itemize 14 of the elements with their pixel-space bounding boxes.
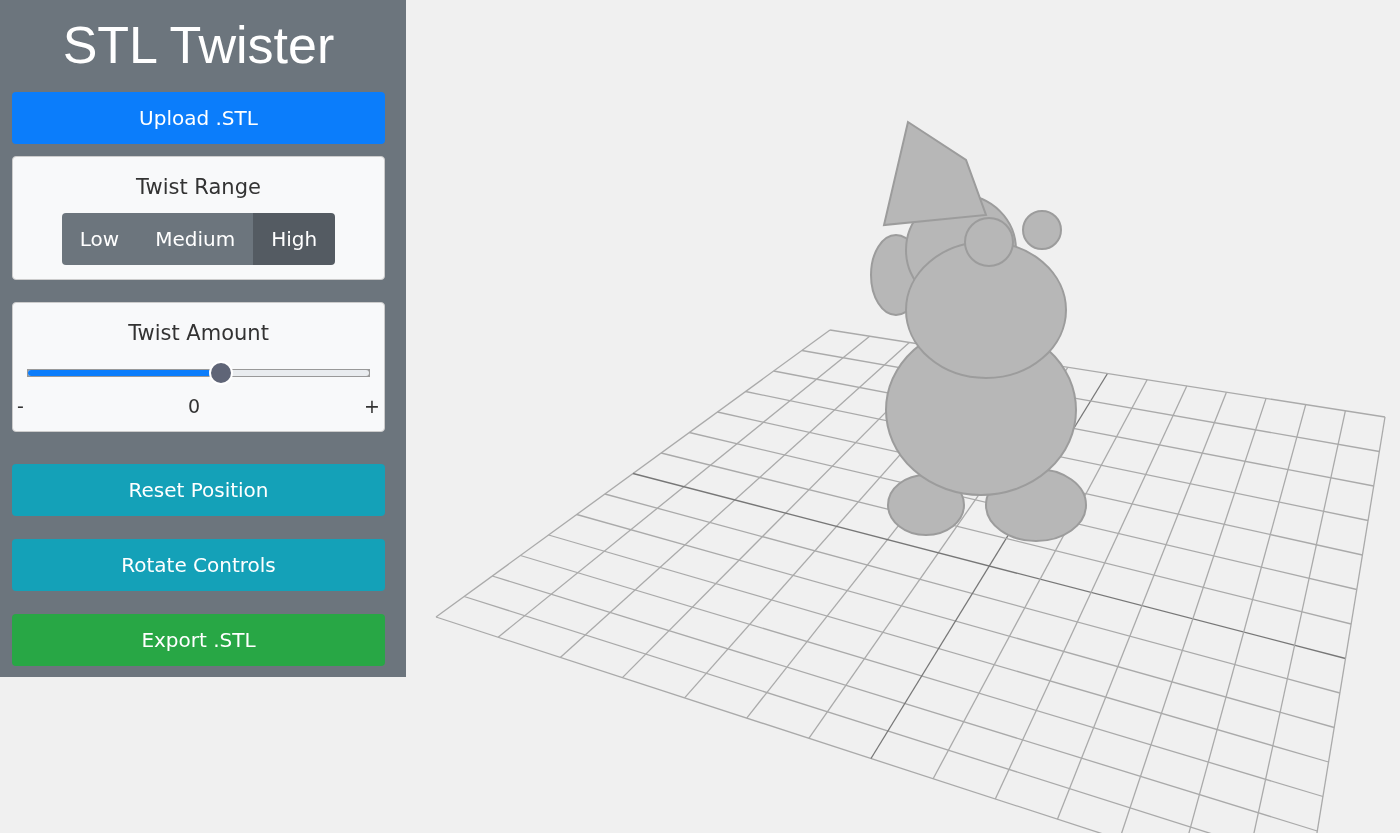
slider-value: 0: [187, 395, 200, 417]
range-option[interactable]: High: [253, 213, 336, 265]
app-title: STL Twister: [61, 15, 336, 76]
card-title: Twist Range: [136, 175, 261, 199]
card-title: Twist Amount: [128, 321, 269, 345]
action-button[interactable]: Rotate Controls: [12, 539, 385, 591]
range-option[interactable]: Low: [61, 213, 138, 265]
min-label: -: [17, 395, 24, 417]
range-option[interactable]: Medium: [137, 213, 254, 265]
slider-thumb[interactable]: [208, 361, 233, 385]
upload-button[interactable]: Upload .STL: [12, 92, 385, 144]
max-label: +: [364, 395, 380, 417]
action-button[interactable]: Export .STL: [12, 614, 385, 666]
action-button[interactable]: Reset Position: [12, 464, 385, 516]
